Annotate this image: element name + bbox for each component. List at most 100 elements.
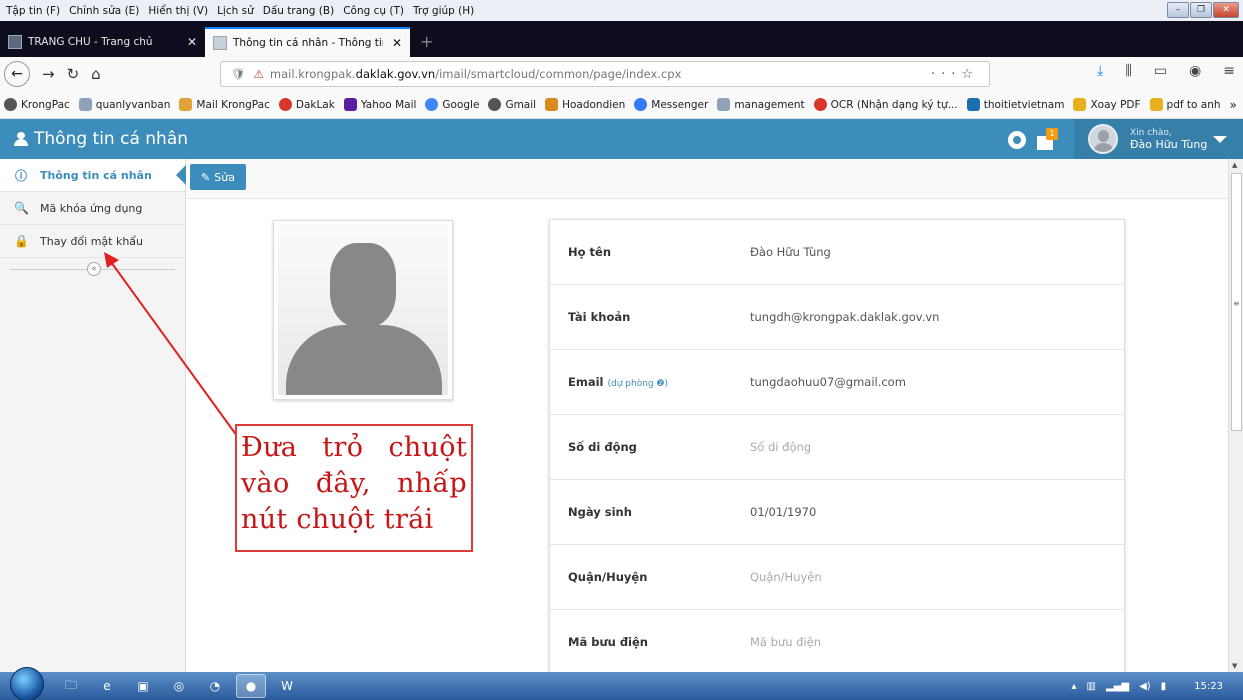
bookmark-item[interactable]: OCR (Nhận dạng ký tự... [813,98,958,111]
edit-button[interactable]: ✎ Sửa [190,164,246,190]
info-icon: ⓘ [14,168,27,183]
tab-profile[interactable]: Thông tin cá nhân - Thông tin cá nhân ✕ [205,27,410,57]
bookmarks-toolbar: KrongPac quanlyvanban Mail KrongPac DakL… [0,91,1243,119]
profile-photo[interactable] [273,220,453,400]
power-icon[interactable]: ▮ [1161,681,1167,692]
bookmark-item[interactable]: quanlyvanban [78,98,171,111]
field-label: Quận/Huyện [568,570,648,584]
content-toolbar: ✎ Sửa [187,159,1228,199]
close-tab-icon[interactable]: ✕ [392,36,402,50]
sidebar-item-label: Thay đổi mật khẩu [40,234,144,248]
page-favicon-icon [8,35,22,49]
avatar [1088,124,1118,154]
home-icon[interactable]: ⌂ [91,65,101,83]
bookmark-label: quanlyvanban [95,98,171,111]
bookmark-item[interactable]: pdf to anh [1149,98,1221,111]
reload-icon[interactable]: ↻ [67,65,80,83]
backup-email-hint[interactable]: (dự phòng ❷) [608,379,669,389]
toolbar-icons: ⤓ ⫼ ▭ ◉ ≡ [1097,63,1235,79]
key-icon: 🔍 [14,201,29,215]
address-bar[interactable]: 🛡 ⚠ mail.krongpak. daklak.gov.vn/imail/sm… [220,61,990,87]
menu-view[interactable]: Hiển thị (V) [148,5,208,17]
windows-taskbar: 🗀 e ▣ ◎ ◔ ● W ▴ ▥ ▂▄▆ ◀) ▮ 15:23 [0,667,1243,700]
field-placeholder: Quận/Huyện [750,570,822,584]
bookmark-label: pdf to anh [1166,98,1221,111]
sidebar-item-change-password[interactable]: 🔒 Thay đổi mật khẩu [0,225,185,258]
bookmark-item[interactable]: Messenger [634,98,708,111]
bookmark-item[interactable]: Xoay PDF [1073,98,1141,111]
bookmark-item[interactable]: KrongPac [4,98,70,111]
sidebar-item-label: Thông tin cá nhân [40,168,152,182]
volume-icon[interactable]: ◀) [1139,681,1151,692]
bookmark-item[interactable]: management [717,98,805,111]
scroll-grip-icon: ≡ [1233,299,1240,308]
start-button[interactable] [10,667,44,700]
bookmark-favicon-icon [278,98,292,111]
tab-home[interactable]: TRANG CHỦ - Trang chủ ✕ [0,27,205,57]
minimize-button[interactable]: – [1167,2,1189,18]
maximize-button[interactable]: ❐ [1190,2,1212,18]
chrome-icon[interactable]: ◎ [164,674,194,698]
scroll-down-icon[interactable]: ▼ [1232,662,1237,670]
bookmark-label: KrongPac [21,98,70,111]
menu-bookmarks[interactable]: Dấu trang (B) [263,5,334,17]
ie-icon[interactable]: e [92,674,122,698]
media-icon[interactable]: ▣ [128,674,158,698]
library-icon[interactable]: ⫼ [1125,63,1131,79]
network-icon[interactable]: ▥ [1087,681,1096,692]
apps-puzzle-icon[interactable]: 1 [1037,128,1058,150]
collapse-sidebar-button[interactable]: « [87,262,101,276]
bookmark-item[interactable]: thoitietvietnam [966,98,1065,111]
edit-label: Sửa [214,170,235,184]
tray-expand-icon[interactable]: ▴ [1072,681,1077,692]
globe-icon[interactable] [1008,131,1026,149]
download-icon[interactable]: ⤓ [1097,63,1103,79]
bookmark-item[interactable]: Gmail [488,98,536,111]
bookmark-item[interactable]: Google [425,98,479,111]
bookmark-label: thoitietvietnam [983,98,1065,111]
bookmark-item[interactable]: Mail KrongPac [179,98,270,111]
bookmark-item[interactable]: Hoadondien [545,98,625,111]
scroll-up-icon[interactable]: ▲ [1232,161,1237,169]
more-bookmarks-icon[interactable]: » [1230,98,1237,112]
sidebar-icon[interactable]: ▭ [1154,63,1167,79]
bookmark-favicon-icon [488,98,502,111]
system-tray: ▴ ▥ ▂▄▆ ◀) ▮ 15:23 [1072,672,1243,700]
forward-icon[interactable]: → [42,65,55,83]
bookmark-favicon-icon [545,98,559,111]
close-window-button[interactable]: ✕ [1213,2,1239,18]
user-greeting: Xin chào, Đào Hữu Tùng [1130,128,1207,150]
menu-tools[interactable]: Công cụ (T) [343,5,404,17]
firefox-icon[interactable]: ● [236,674,266,698]
explorer-icon[interactable]: 🗀 [56,674,86,698]
navigation-bar: ← → ↻ ⌂ 🛡 ⚠ mail.krongpak. daklak.gov.vn /… [0,57,1243,91]
user-menu[interactable]: Xin chào, Đào Hữu Tùng [1074,119,1243,159]
menu-help[interactable]: Trợ giúp (H) [413,5,474,17]
shield-icon[interactable]: 🛡 [231,67,246,81]
lock-icon: 🔒 [14,234,29,248]
bookmark-item[interactable]: Yahoo Mail [343,98,416,111]
page-scrollbar[interactable]: ▲ ≡ ▼ [1228,159,1243,672]
signal-icon[interactable]: ▂▄▆ [1106,681,1129,692]
new-tab-icon[interactable]: + [420,32,433,51]
url-path: /imail/smartcloud/common/page/index.cpx [435,67,682,81]
page-actions-icon[interactable]: ···☆ [931,67,979,82]
menu-icon[interactable]: ≡ [1223,63,1235,79]
close-tab-icon[interactable]: ✕ [187,35,197,49]
bookmark-item[interactable]: DakLak [278,98,335,111]
user-name: Đào Hữu Tùng [1130,138,1208,151]
extension-icon[interactable]: ◉ [1189,63,1201,79]
back-button[interactable]: ← [4,61,30,87]
clock[interactable]: 15:23 [1194,681,1223,692]
menu-history[interactable]: Lịch sử [217,5,254,17]
menu-edit[interactable]: Chỉnh sửa (E) [69,5,139,17]
sidebar-item-profile[interactable]: ⓘ Thông tin cá nhân [0,159,186,192]
menu-file[interactable]: Tập tin (F) [6,5,60,17]
insecure-lock-icon[interactable]: ⚠ [254,67,264,81]
sidebar: ⓘ Thông tin cá nhân 🔍 Mã khóa ứng dụng 🔒… [0,159,186,672]
url-prefix: mail.krongpak. [269,67,356,81]
word-icon[interactable]: W [272,674,302,698]
bookmark-label: management [734,98,805,111]
app-icon[interactable]: ◔ [200,674,230,698]
sidebar-item-app-key[interactable]: 🔍 Mã khóa ứng dụng [0,192,185,225]
